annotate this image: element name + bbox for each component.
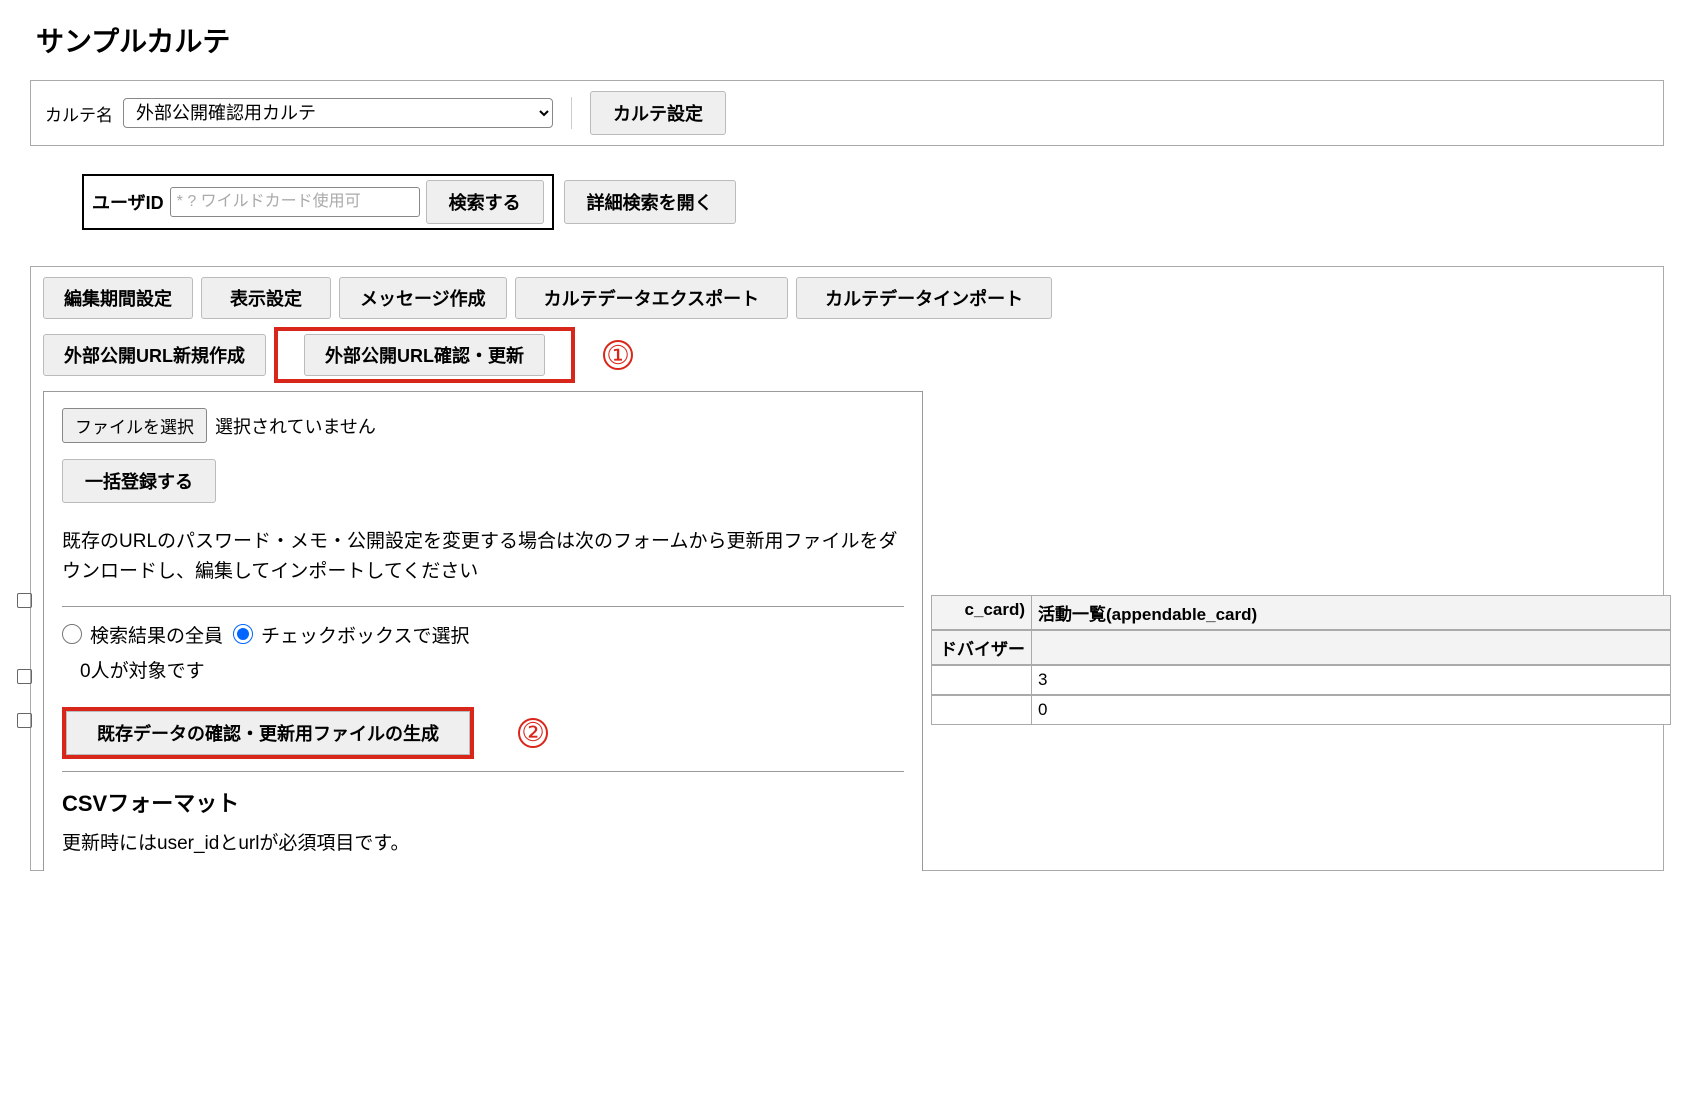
top-bar: カルテ名 外部公開確認用カルテ カルテ設定 [30,80,1664,146]
popup-panel: ファイルを選択 選択されていません 一括登録する 既存のURLのパスワード・メモ… [43,391,923,871]
annotation-1: ① [603,340,633,370]
search-group: ユーザID 検索する [82,174,554,230]
csv-format-heading: CSVフォーマット [62,786,904,818]
tab-external-url-confirm[interactable]: 外部公開URL確認・更新 [304,334,545,376]
page-title: サンプルカルテ [36,20,1664,60]
target-count: 0人が対象です [80,656,904,683]
divider [571,97,572,129]
tab-karte-export[interactable]: カルテデータエクスポート [515,277,788,319]
file-select-button[interactable]: ファイルを選択 [62,408,207,443]
radio-row: 検索結果の全員 チェックボックスで選択 [62,621,904,648]
tab-karte-import[interactable]: カルテデータインポート [796,277,1052,319]
annotation-2: ② [518,718,548,748]
popup-description: 既存のURLのパスワード・メモ・公開設定を変更する場合は次のフォームから更新用フ… [62,527,904,588]
divider [62,606,904,607]
search-row: ユーザID 検索する 詳細検索を開く [82,174,1664,230]
tab-row-1: 編集期間設定 表示設定 メッセージ作成 カルテデータエクスポート カルテデータイ… [43,277,1651,319]
file-row: ファイルを選択 選択されていません [62,408,904,443]
tab-external-url-create[interactable]: 外部公開URL新規作成 [43,334,266,376]
generate-row: 既存データの確認・更新用ファイルの生成 ② [62,707,904,759]
radio-all-results-label: 検索結果の全員 [90,621,223,648]
tab-container: 編集期間設定 表示設定 メッセージ作成 カルテデータエクスポート カルテデータイ… [30,266,1664,871]
tab-message-create[interactable]: メッセージ作成 [339,277,507,319]
highlight-2: 既存データの確認・更新用ファイルの生成 [62,707,474,759]
user-id-label: ユーザID [92,189,164,215]
search-button[interactable]: 検索する [426,180,544,224]
karte-settings-button[interactable]: カルテ設定 [590,91,726,135]
user-id-input[interactable] [170,187,420,217]
file-status: 選択されていません [215,413,376,439]
checkbox-fragment[interactable] [17,669,32,684]
tab-edit-period[interactable]: 編集期間設定 [43,277,193,319]
radio-all-results[interactable] [62,624,82,644]
csv-format-desc: 更新時にはuser_idとurlが必須項目です。 [62,828,904,855]
divider [62,771,904,772]
bulk-register-button[interactable]: 一括登録する [62,459,216,503]
left-checkbox-fragments [17,593,32,728]
karte-select[interactable]: 外部公開確認用カルテ [123,98,553,128]
tab-row-2: 外部公開URL新規作成 外部公開URL確認・更新 ① [43,327,1651,383]
tab-display-settings[interactable]: 表示設定 [201,277,331,319]
checkbox-fragment[interactable] [17,593,32,608]
checkbox-fragment[interactable] [17,713,32,728]
generate-file-button[interactable]: 既存データの確認・更新用ファイルの生成 [66,711,470,755]
radio-checkbox-select-label: チェックボックスで選択 [261,621,469,648]
advanced-search-button[interactable]: 詳細検索を開く [564,180,736,224]
highlight-1: 外部公開URL確認・更新 [274,327,575,383]
radio-checkbox-select[interactable] [233,624,253,644]
karte-name-label: カルテ名 [45,101,113,126]
